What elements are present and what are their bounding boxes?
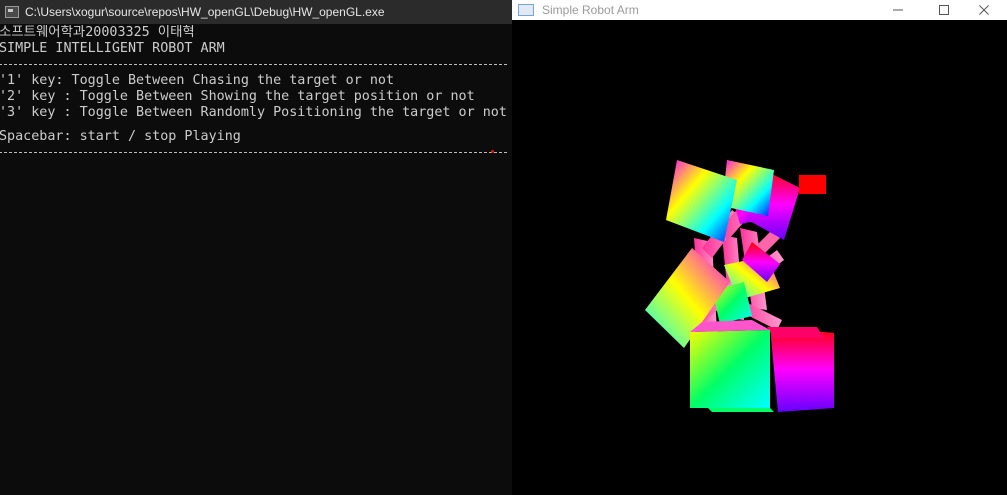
console-key1-line: '1' key: Toggle Between Chasing the targ… — [0, 73, 395, 88]
minimize-icon — [893, 9, 903, 11]
console-title-bar[interactable]: C:\Users\xogur\source\repos\HW_openGL\De… — [0, 0, 512, 24]
gl-title-bar[interactable]: Simple Robot Arm — [512, 0, 1007, 20]
desktop: C:\Users\xogur\source\repos\HW_openGL\De… — [0, 0, 1007, 495]
maximize-icon — [939, 5, 949, 15]
minimize-button[interactable] — [875, 0, 921, 20]
close-icon — [979, 5, 989, 15]
console-output[interactable]: 소프트웨어학과20003325 이태혁 SIMPLE INTELLIGENT R… — [0, 25, 512, 495]
console-spacebar-line: Spacebar: start / stop Playing — [0, 129, 241, 144]
close-button[interactable] — [961, 0, 1007, 20]
console-key3-line: '3' key : Toggle Between Randomly Positi… — [0, 105, 507, 120]
gl-window-title: Simple Robot Arm — [542, 3, 639, 17]
console-app-icon — [5, 6, 19, 18]
console-heading-line: SIMPLE INTELLIGENT ROBOT ARM — [0, 41, 225, 56]
robot-base — [690, 320, 834, 412]
console-cursor-dot — [491, 150, 494, 153]
window-app-icon — [518, 4, 534, 16]
console-separator — [0, 152, 507, 153]
target-marker — [799, 175, 826, 194]
console-window-title: C:\Users\xogur\source\repos\HW_openGL\De… — [25, 5, 385, 19]
console-key2-line: '2' key : Toggle Between Showing the tar… — [0, 89, 475, 104]
robot-arm-window[interactable]: Simple Robot Arm — [512, 0, 1007, 495]
console-separator — [0, 64, 507, 65]
robot-arm-scene — [645, 160, 834, 412]
gl-render-area[interactable] — [512, 20, 1007, 495]
console-author-line: 소프트웨어학과20003325 이태혁 — [0, 25, 195, 40]
console-window[interactable]: C:\Users\xogur\source\repos\HW_openGL\De… — [0, 0, 512, 495]
